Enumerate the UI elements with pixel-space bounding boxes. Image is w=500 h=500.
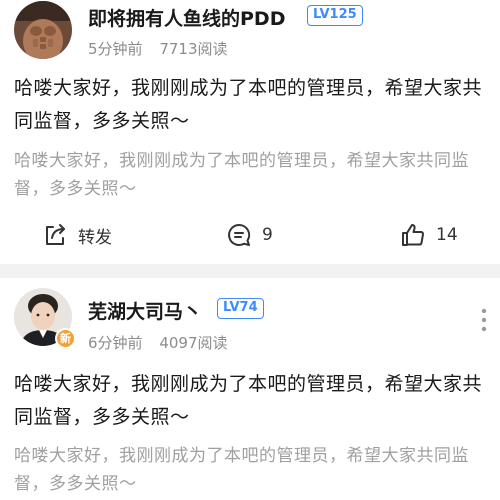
thumbs-up-icon	[402, 224, 424, 246]
comment-button[interactable]: 9	[226, 218, 273, 252]
post-time: 5分钟前	[88, 40, 143, 58]
post-card[interactable]: 即将拥有人鱼线的PDD LV125 5分钟前 7713阅读 哈喽大家好，我刚刚成…	[0, 0, 500, 264]
post-quote[interactable]: 哈喽大家好，我刚刚成为了本吧的管理员，希望大家共同监督，多多关照～	[14, 442, 494, 498]
username[interactable]: 芜湖大司马丶	[88, 297, 202, 324]
post-feed: 即将拥有人鱼线的PDD LV125 5分钟前 7713阅读 哈喽大家好，我刚刚成…	[0, 0, 500, 500]
more-options-button[interactable]	[476, 304, 492, 336]
action-bar: 转发 9 14	[0, 218, 500, 252]
share-icon	[46, 224, 65, 245]
post-content[interactable]: 哈喽大家好，我刚刚成为了本吧的管理员，希望大家共同监督，多多关照～	[14, 368, 494, 434]
more-vertical-icon	[481, 308, 487, 332]
avatar[interactable]	[14, 1, 72, 59]
level-badge: LV74	[217, 298, 264, 319]
post-quote[interactable]: 哈喽大家好，我刚刚成为了本吧的管理员，希望大家共同监督，多多关照～	[14, 147, 494, 203]
like-count: 14	[436, 225, 458, 245]
post-meta: 5分钟前 7713阅读	[88, 38, 228, 59]
share-label: 转发	[78, 227, 112, 248]
like-button[interactable]: 14	[400, 218, 458, 252]
new-badge: 新	[55, 328, 76, 349]
post-content[interactable]: 哈喽大家好，我刚刚成为了本吧的管理员，希望大家共同监督，多多关照～	[14, 72, 494, 138]
username[interactable]: 即将拥有人鱼线的PDD	[88, 4, 285, 31]
post-divider	[0, 264, 500, 278]
view-count: 4097阅读	[159, 334, 228, 352]
comment-count: 9	[262, 225, 273, 245]
post-card[interactable]: 新 芜湖大司马丶 LV74 6分钟前 4097阅读 哈喽大家好，我刚刚成为了本吧…	[0, 278, 500, 500]
comment-icon	[228, 223, 251, 246]
post-meta: 6分钟前 4097阅读	[88, 332, 228, 353]
view-count: 7713阅读	[159, 40, 228, 58]
level-badge: LV125	[307, 5, 363, 26]
post-time: 6分钟前	[88, 334, 143, 352]
share-button[interactable]: 转发	[42, 218, 112, 252]
